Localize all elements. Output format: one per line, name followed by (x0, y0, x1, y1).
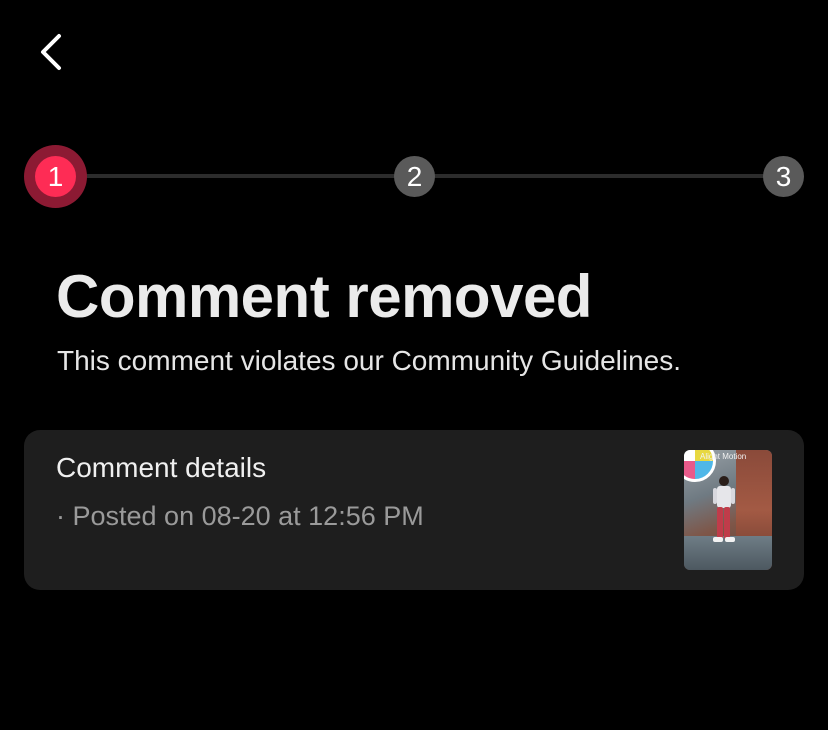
step-1: 1 (35, 156, 76, 197)
thumbnail-figure (713, 476, 735, 542)
thumbnail-watermark: Alight Motion (700, 452, 747, 461)
step-1-ring: 1 (24, 145, 87, 208)
comment-details-card[interactable]: Comment details · Posted on 08-20 at 12:… (24, 430, 804, 590)
step-3: 3 (763, 156, 804, 197)
page-subtitle: This comment violates our Community Guid… (57, 345, 682, 376)
back-button[interactable] (26, 26, 74, 78)
chevron-left-icon (41, 34, 61, 70)
step-2: 2 (394, 156, 435, 197)
progress-stepper: 1 2 3 (24, 145, 804, 208)
posted-date: · Posted on 08-20 at 12:56 PM (56, 501, 424, 531)
card-title: Comment details (56, 452, 267, 483)
page-title: Comment removed (56, 263, 592, 330)
video-thumbnail[interactable]: Alight Motion (684, 450, 772, 570)
